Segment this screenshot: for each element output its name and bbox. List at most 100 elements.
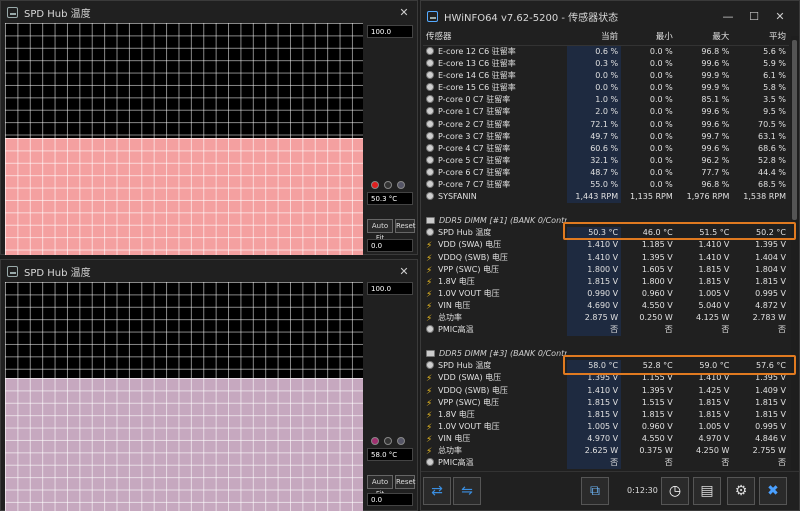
graph-1-max-label[interactable]: 100.0 (367, 25, 413, 38)
sensor-row[interactable]: 总功率 2.625 W 0.375 W 4.250 W 2.755 W (423, 445, 789, 458)
graph-2-color-dots (371, 437, 405, 445)
sensor-row[interactable]: 1.8V 电压 1.815 V 1.815 V 1.815 V 1.815 V (423, 408, 789, 421)
column-header-min[interactable]: 最小 (621, 27, 676, 46)
reset-button[interactable]: Reset (395, 475, 416, 489)
gray-color-swatch-icon[interactable] (384, 437, 392, 445)
graph-1-title: SPD Hub 温度 (24, 8, 91, 20)
sensor-row[interactable]: VDD (SWA) 电压 1.410 V 1.185 V 1.410 V 1.395 V (423, 239, 789, 252)
sensor-cur-value: 否 (566, 457, 622, 470)
graph-2-min-label[interactable]: 0.0 (367, 493, 413, 506)
sensor-row[interactable]: P-core 1 C7 驻留率 2.0 % 0.0 % 99.6 % 9.5 % (423, 106, 789, 119)
graph-2-titlebar[interactable]: SPD Hub 温度 ✕ (1, 260, 417, 282)
network-monitor-icon[interactable]: ⧉ (581, 477, 609, 505)
thermometer-icon (426, 228, 434, 237)
sensor-row[interactable]: PMIC高温 否 否 否 否 (423, 324, 789, 337)
sensor-avg-value: 2.755 W (752, 446, 786, 456)
sensor-min-value: 0.0 % (649, 107, 673, 117)
sensor-cur-value: 1.005 V (566, 420, 622, 433)
sensor-name-cell (423, 203, 567, 215)
red-color-swatch-icon[interactable] (371, 181, 379, 189)
column-header-current[interactable]: 当前 (566, 27, 622, 46)
sensor-row[interactable]: P-core 3 C7 驻留率 49.7 % 0.0 % 99.7 % 63.1 % (423, 130, 789, 143)
graph-2-title: SPD Hub 温度 (24, 267, 91, 279)
vertical-scrollbar[interactable] (791, 36, 799, 470)
sensor-cur-value: 1.815 V (566, 275, 622, 288)
sensor-name-cell: VIN 电压 (423, 433, 567, 445)
sensor-row[interactable]: VPP (SWC) 电压 1.800 V 1.605 V 1.815 V 1.804 V (423, 263, 789, 276)
column-header-max[interactable]: 最大 (675, 27, 733, 46)
sensor-row[interactable]: P-core 4 C7 驻留率 60.6 % 0.0 % 99.6 % 68.6 % (423, 142, 789, 155)
sensor-min-value: 0.0 % (649, 59, 673, 69)
nav-arrows-collapse-icon[interactable]: ⇋ (453, 477, 481, 505)
sensor-label: PMIC高温 (438, 325, 474, 335)
sensor-row[interactable]: 1.0V VOUT 电压 0.990 V 0.960 V 1.005 V 0.995 V (423, 287, 789, 300)
sensor-avg-value: 1.395 V (755, 240, 786, 250)
scrollbar-thumb[interactable] (792, 40, 797, 220)
sensor-row[interactable]: VIN 电压 4.970 V 4.550 V 4.970 V 4.846 V (423, 432, 789, 445)
sensor-avg-value: 3.5 % (763, 95, 786, 105)
graph-1-min-label[interactable]: 0.0 (367, 239, 413, 252)
sensor-row[interactable]: 1.0V VOUT 电压 1.005 V 0.960 V 1.005 V 0.995 V (423, 420, 789, 433)
close-icon[interactable]: ✕ (767, 10, 793, 23)
close-icon[interactable]: ✕ (397, 6, 411, 19)
graph-window-1[interactable]: SPD Hub 温度 ✕ 100.0 50.3 °C Auto Fit Rese… (0, 0, 418, 255)
sensor-cur-value: 32.1 % (566, 154, 622, 167)
graph-1-plot (5, 23, 363, 255)
sensor-row[interactable]: SYSFANIN 1,443 RPM 1,135 RPM 1,976 RPM 1,538… (423, 191, 789, 204)
sensor-name-cell: PMIC高温 (423, 457, 567, 469)
sensor-label: 总功率 (438, 313, 462, 323)
sensor-row[interactable]: P-core 7 C7 驻留率 55.0 % 0.0 % 96.8 % 68.5 % (423, 178, 789, 192)
close-x-icon[interactable]: ✖ (759, 477, 787, 505)
column-header-sensor[interactable]: 传感器 (423, 27, 567, 46)
sensor-min-value: 1.515 V (641, 397, 673, 407)
clock-icon (426, 179, 434, 188)
reset-button[interactable]: Reset (395, 219, 416, 233)
sensor-row[interactable]: P-core 6 C7 驻留率 48.7 % 0.0 % 77.7 % 44.4 % (423, 166, 789, 179)
sensor-label: 1.8V 电压 (438, 409, 475, 419)
sensor-row[interactable]: PMIC高温 否 否 否 否 (423, 457, 789, 470)
sensor-row[interactable]: 总功率 2.875 W 0.250 W 4.125 W 2.783 W (423, 311, 789, 325)
sensor-row[interactable]: P-core 5 C7 驻留率 32.1 % 0.0 % 96.2 % 52.8 % (423, 154, 789, 167)
gray-color-swatch-icon[interactable] (397, 437, 405, 445)
sensor-row[interactable] (423, 203, 789, 215)
sensor-max-value: 99.9 % (701, 83, 730, 93)
sensor-row[interactable]: VDDQ (SWB) 电压 1.410 V 1.395 V 1.425 V 1.409 … (423, 384, 789, 397)
sensor-row[interactable]: P-core 2 C7 驻留率 72.1 % 0.0 % 99.6 % 70.5 % (423, 118, 789, 131)
sensor-name-cell: P-core 2 C7 驻留率 (423, 118, 567, 130)
graph-1-titlebar[interactable]: SPD Hub 温度 ✕ (1, 1, 417, 23)
purple-color-swatch-icon[interactable] (371, 437, 379, 445)
sensor-row[interactable] (423, 336, 789, 348)
sensor-avg-value: 1.815 V (755, 397, 786, 407)
sensor-row[interactable]: VIN 电压 4.690 V 4.550 V 5.040 V 4.872 V (423, 299, 789, 312)
graph-window-2[interactable]: SPD Hub 温度 ✕ 100.0 58.0 °C Auto Fit Rese… (0, 259, 418, 511)
nav-arrows-left-right-icon[interactable]: ⇄ (423, 477, 451, 505)
report-icon[interactable]: ▤ (693, 477, 721, 505)
sensor-row[interactable]: VDDQ (SWB) 电压 1.410 V 1.395 V 1.410 V 1.404 … (423, 251, 789, 264)
minimize-icon[interactable]: — (715, 10, 741, 23)
sensor-row[interactable]: E-core 15 C6 驻留率 0.0 % 0.0 % 99.9 % 5.8 % (423, 82, 789, 95)
graph-2-max-label[interactable]: 100.0 (367, 282, 413, 295)
hwinfo-window[interactable]: HWiNFO64 v7.62-5200 - 传感器状态 — ☐ ✕ 传感器 当前… (420, 0, 800, 511)
sensor-row[interactable]: P-core 0 C7 驻留率 1.0 % 0.0 % 85.1 % 3.5 % (423, 94, 789, 107)
sensor-max-value: 99.9 % (701, 71, 730, 81)
sensor-max-value: 1.410 V (698, 252, 730, 262)
clock-icon[interactable]: ◷ (661, 477, 689, 505)
sensor-row[interactable]: E-core 14 C6 驻留率 0.0 % 0.0 % 99.9 % 6.1 % (423, 70, 789, 83)
sensor-cur-value: 1.815 V (566, 408, 622, 421)
auto-fit-button[interactable]: Auto Fit (367, 219, 393, 242)
gray-color-swatch-icon[interactable] (384, 181, 392, 189)
sensor-row[interactable]: E-core 13 C6 驻留率 0.3 % 0.0 % 99.6 % 5.9 % (423, 58, 789, 71)
maximize-icon[interactable]: ☐ (741, 10, 767, 23)
gray-color-swatch-icon[interactable] (397, 181, 405, 189)
sensor-row[interactable]: 1.8V 电压 1.815 V 1.800 V 1.815 V 1.815 V (423, 275, 789, 288)
sensor-row[interactable]: VPP (SWC) 电压 1.815 V 1.515 V 1.815 V 1.815 V (423, 396, 789, 409)
column-header-avg[interactable]: 平均 (732, 27, 789, 46)
settings-gear-icon[interactable]: ⚙ (727, 477, 755, 505)
sensor-cur-value: 1,443 RPM (566, 191, 622, 204)
close-icon[interactable]: ✕ (397, 265, 411, 278)
sensor-avg-value (732, 336, 789, 348)
auto-fit-button[interactable]: Auto Fit (367, 475, 393, 498)
sensor-name-cell: VPP (SWC) 电压 (423, 397, 567, 409)
sensor-row[interactable]: E-core 12 C6 驻留率 0.6 % 0.0 % 96.8 % 5.6 % (423, 45, 789, 58)
sensor-cur-value: 0.990 V (566, 287, 622, 300)
